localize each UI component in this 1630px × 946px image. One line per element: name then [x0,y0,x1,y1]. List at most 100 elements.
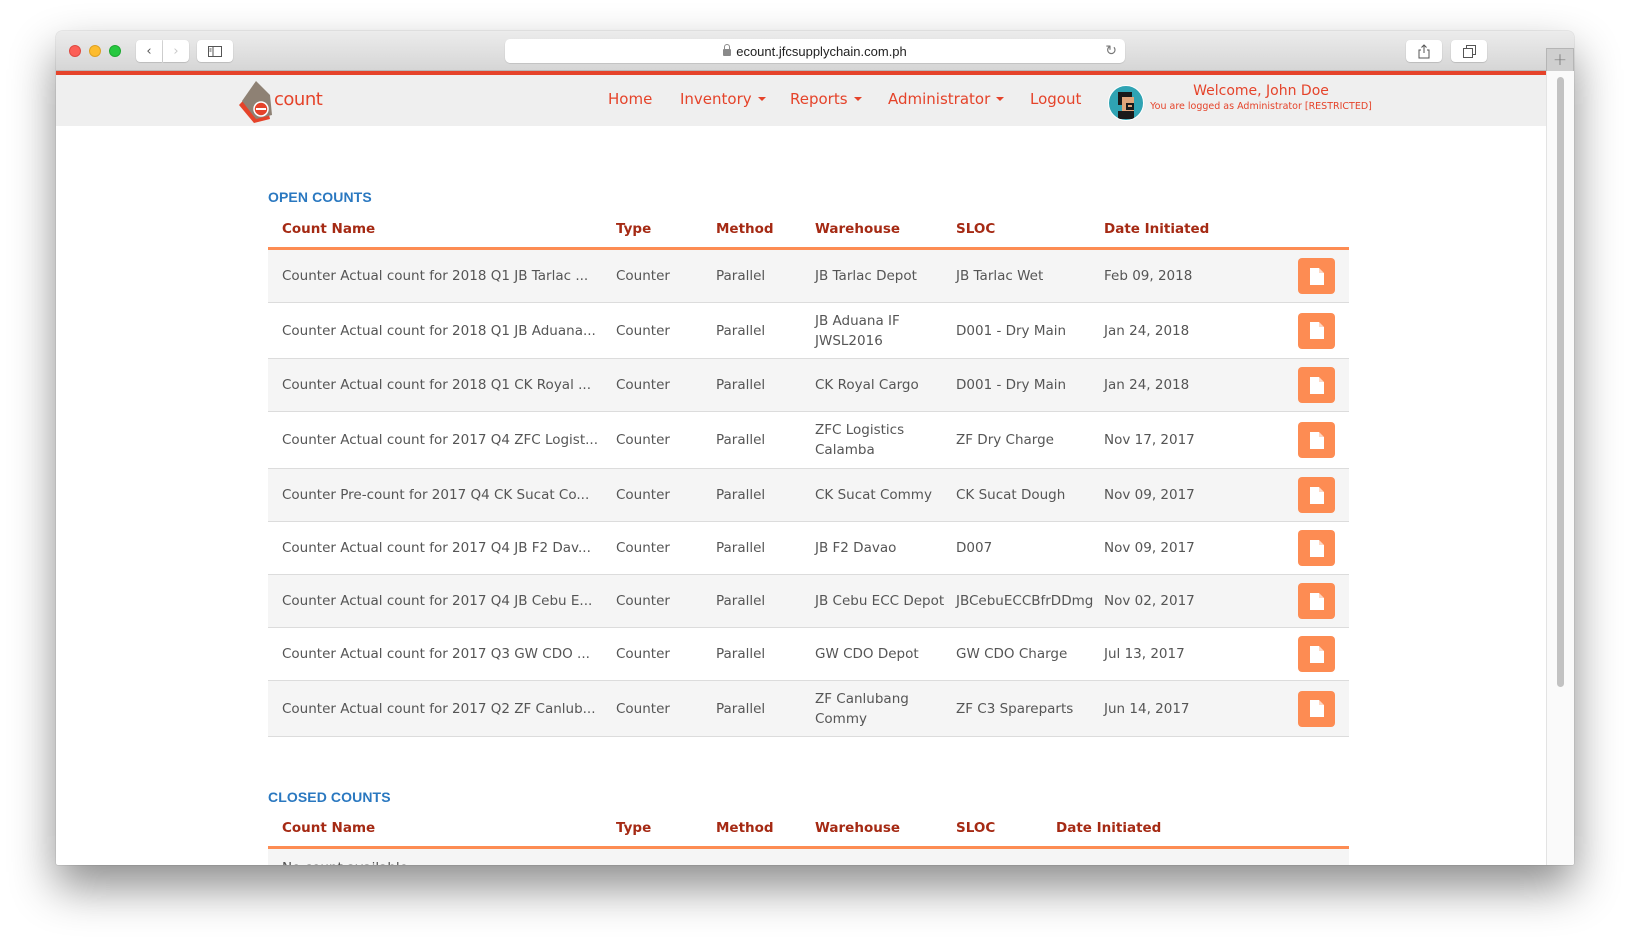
forward-button[interactable]: › [163,40,189,62]
file-icon [1309,539,1324,557]
cell-method: Parallel [716,268,766,284]
column-header-method[interactable]: Method [716,221,774,237]
column-header-sloc[interactable]: SLOC [956,221,995,237]
file-icon [1309,645,1324,663]
column-header-type[interactable]: Type [616,820,651,836]
cell-type: Counter [616,540,670,556]
page-scrollbar[interactable] [1546,71,1574,865]
column-header-date-initiated[interactable]: Date Initiated [1056,820,1161,836]
view-count-button[interactable] [1298,422,1335,458]
cell-method: Parallel [716,322,766,339]
cell-method: Parallel [716,432,766,448]
nav-home[interactable]: Home [608,90,652,108]
browser-window: ‹ › ecount.jfcsupplychain.com.ph ↻ + cou [56,31,1574,865]
cell-method: Parallel [716,487,766,503]
cell-date-initiated: Jun 14, 2017 [1104,700,1190,717]
cell-method: Parallel [716,540,766,556]
plus-icon: + [1552,50,1568,70]
table-row: Counter Pre-count for 2017 Q4 CK Sucat C… [268,469,1349,522]
file-icon [1309,267,1324,285]
cell-type: Counter [616,700,670,717]
column-header-sloc[interactable]: SLOC [956,820,995,836]
app-navbar: count Home Inventory Reports Administrat… [56,75,1546,126]
view-count-button[interactable] [1298,312,1335,349]
user-welcome: Welcome, John Doe You are logged as Admi… [1150,83,1372,114]
cell-sloc: GW CDO Charge [956,646,1068,662]
close-window-button[interactable] [69,45,81,57]
maximize-window-button[interactable] [109,45,121,57]
cell-type: Counter [616,268,670,284]
cell-warehouse: ZFC Logistics Calamba [815,422,905,458]
share-button[interactable] [1406,40,1442,62]
file-icon [1309,376,1324,394]
cell-sloc: D001 - Dry Main [956,377,1067,393]
nav-logout[interactable]: Logout [1030,90,1081,108]
column-header-method[interactable]: Method [716,820,774,836]
cell-type: Counter [616,487,670,503]
cell-type: Counter [616,432,670,448]
cell-warehouse: GW CDO Depot [815,646,919,662]
column-header-warehouse[interactable]: Warehouse [815,221,900,237]
cell-count-name: Counter Actual count for 2018 Q1 JB Tarl… [282,268,589,284]
cell-warehouse: ZF Canlubang Commy [815,690,909,727]
scrollbar-thumb[interactable] [1557,77,1564,687]
welcome-text: Welcome, John Doe [1193,83,1329,99]
sidebar-toggle-button[interactable] [197,40,233,62]
logo-text: count [274,89,323,110]
file-icon [1309,592,1324,610]
share-icon [1418,43,1430,58]
cell-type: Counter [616,377,670,393]
cell-warehouse: JB Aduana IF JWSL2016 [815,312,900,349]
nav-inventory[interactable]: Inventory [680,90,766,108]
view-count-button[interactable] [1298,530,1335,566]
closed-counts-table: Count Name Type Method Warehouse SLOC Da… [268,809,1349,865]
reload-icon[interactable]: ↻ [1105,42,1117,59]
new-tab-button[interactable]: + [1546,48,1574,71]
file-icon [1309,700,1324,717]
view-count-button[interactable] [1298,583,1335,619]
cell-method: Parallel [716,377,766,393]
cell-sloc: ZF C3 Spareparts [956,700,1074,717]
caret-down-icon [853,96,862,101]
cell-date-initiated: Jul 13, 2017 [1104,646,1185,662]
column-header-count-name[interactable]: Count Name [282,221,375,237]
cell-count-name: Counter Pre-count for 2017 Q4 CK Sucat C… [282,487,590,503]
cell-warehouse: JB F2 Davao [815,540,897,556]
view-count-button[interactable] [1298,690,1335,727]
table-row: Counter Actual count for 2017 Q4 JB F2 D… [268,522,1349,575]
column-header-warehouse[interactable]: Warehouse [815,820,900,836]
nav-reports[interactable]: Reports [790,90,862,108]
cell-warehouse: JB Tarlac Depot [815,268,917,284]
caret-down-icon [996,96,1005,101]
cell-warehouse: CK Sucat Commy [815,487,932,503]
column-header-count-name[interactable]: Count Name [282,820,375,836]
view-count-button[interactable] [1298,477,1335,513]
cell-method: Parallel [716,593,766,609]
show-tabs-button[interactable] [1451,40,1487,62]
table-row: Counter Actual count for 2018 Q1 JB Adua… [268,303,1349,359]
user-avatar[interactable] [1108,85,1144,121]
minimize-window-button[interactable] [89,45,101,57]
role-text: You are logged as Administrator [RESTRIC… [1150,101,1372,112]
cell-count-name: Counter Actual count for 2017 Q2 ZF Canl… [282,700,596,717]
cell-type: Counter [616,593,670,609]
cell-date-initiated: Nov 17, 2017 [1104,432,1195,448]
column-header-date-initiated[interactable]: Date Initiated [1104,221,1209,237]
table-row: Counter Actual count for 2017 Q3 GW CDO … [268,628,1349,681]
cell-date-initiated: Jan 24, 2018 [1104,377,1190,393]
back-button[interactable]: ‹ [136,40,162,62]
closed-counts-title: CLOSED COUNTS [268,789,391,805]
nav-administrator[interactable]: Administrator [888,90,1005,108]
view-count-button[interactable] [1298,258,1335,294]
address-bar[interactable]: ecount.jfcsupplychain.com.ph ↻ [505,39,1125,63]
empty-message: No count available. [282,858,412,866]
view-count-button[interactable] [1298,367,1335,403]
sidebar-icon [208,45,222,57]
cell-count-name: Counter Actual count for 2017 Q4 JB Cebu… [282,593,593,609]
column-header-type[interactable]: Type [616,221,651,237]
cell-type: Counter [616,322,670,339]
cell-date-initiated: Feb 09, 2018 [1104,268,1193,284]
view-count-button[interactable] [1298,636,1335,672]
app-logo[interactable]: count [236,79,336,123]
cell-method: Parallel [716,700,766,717]
